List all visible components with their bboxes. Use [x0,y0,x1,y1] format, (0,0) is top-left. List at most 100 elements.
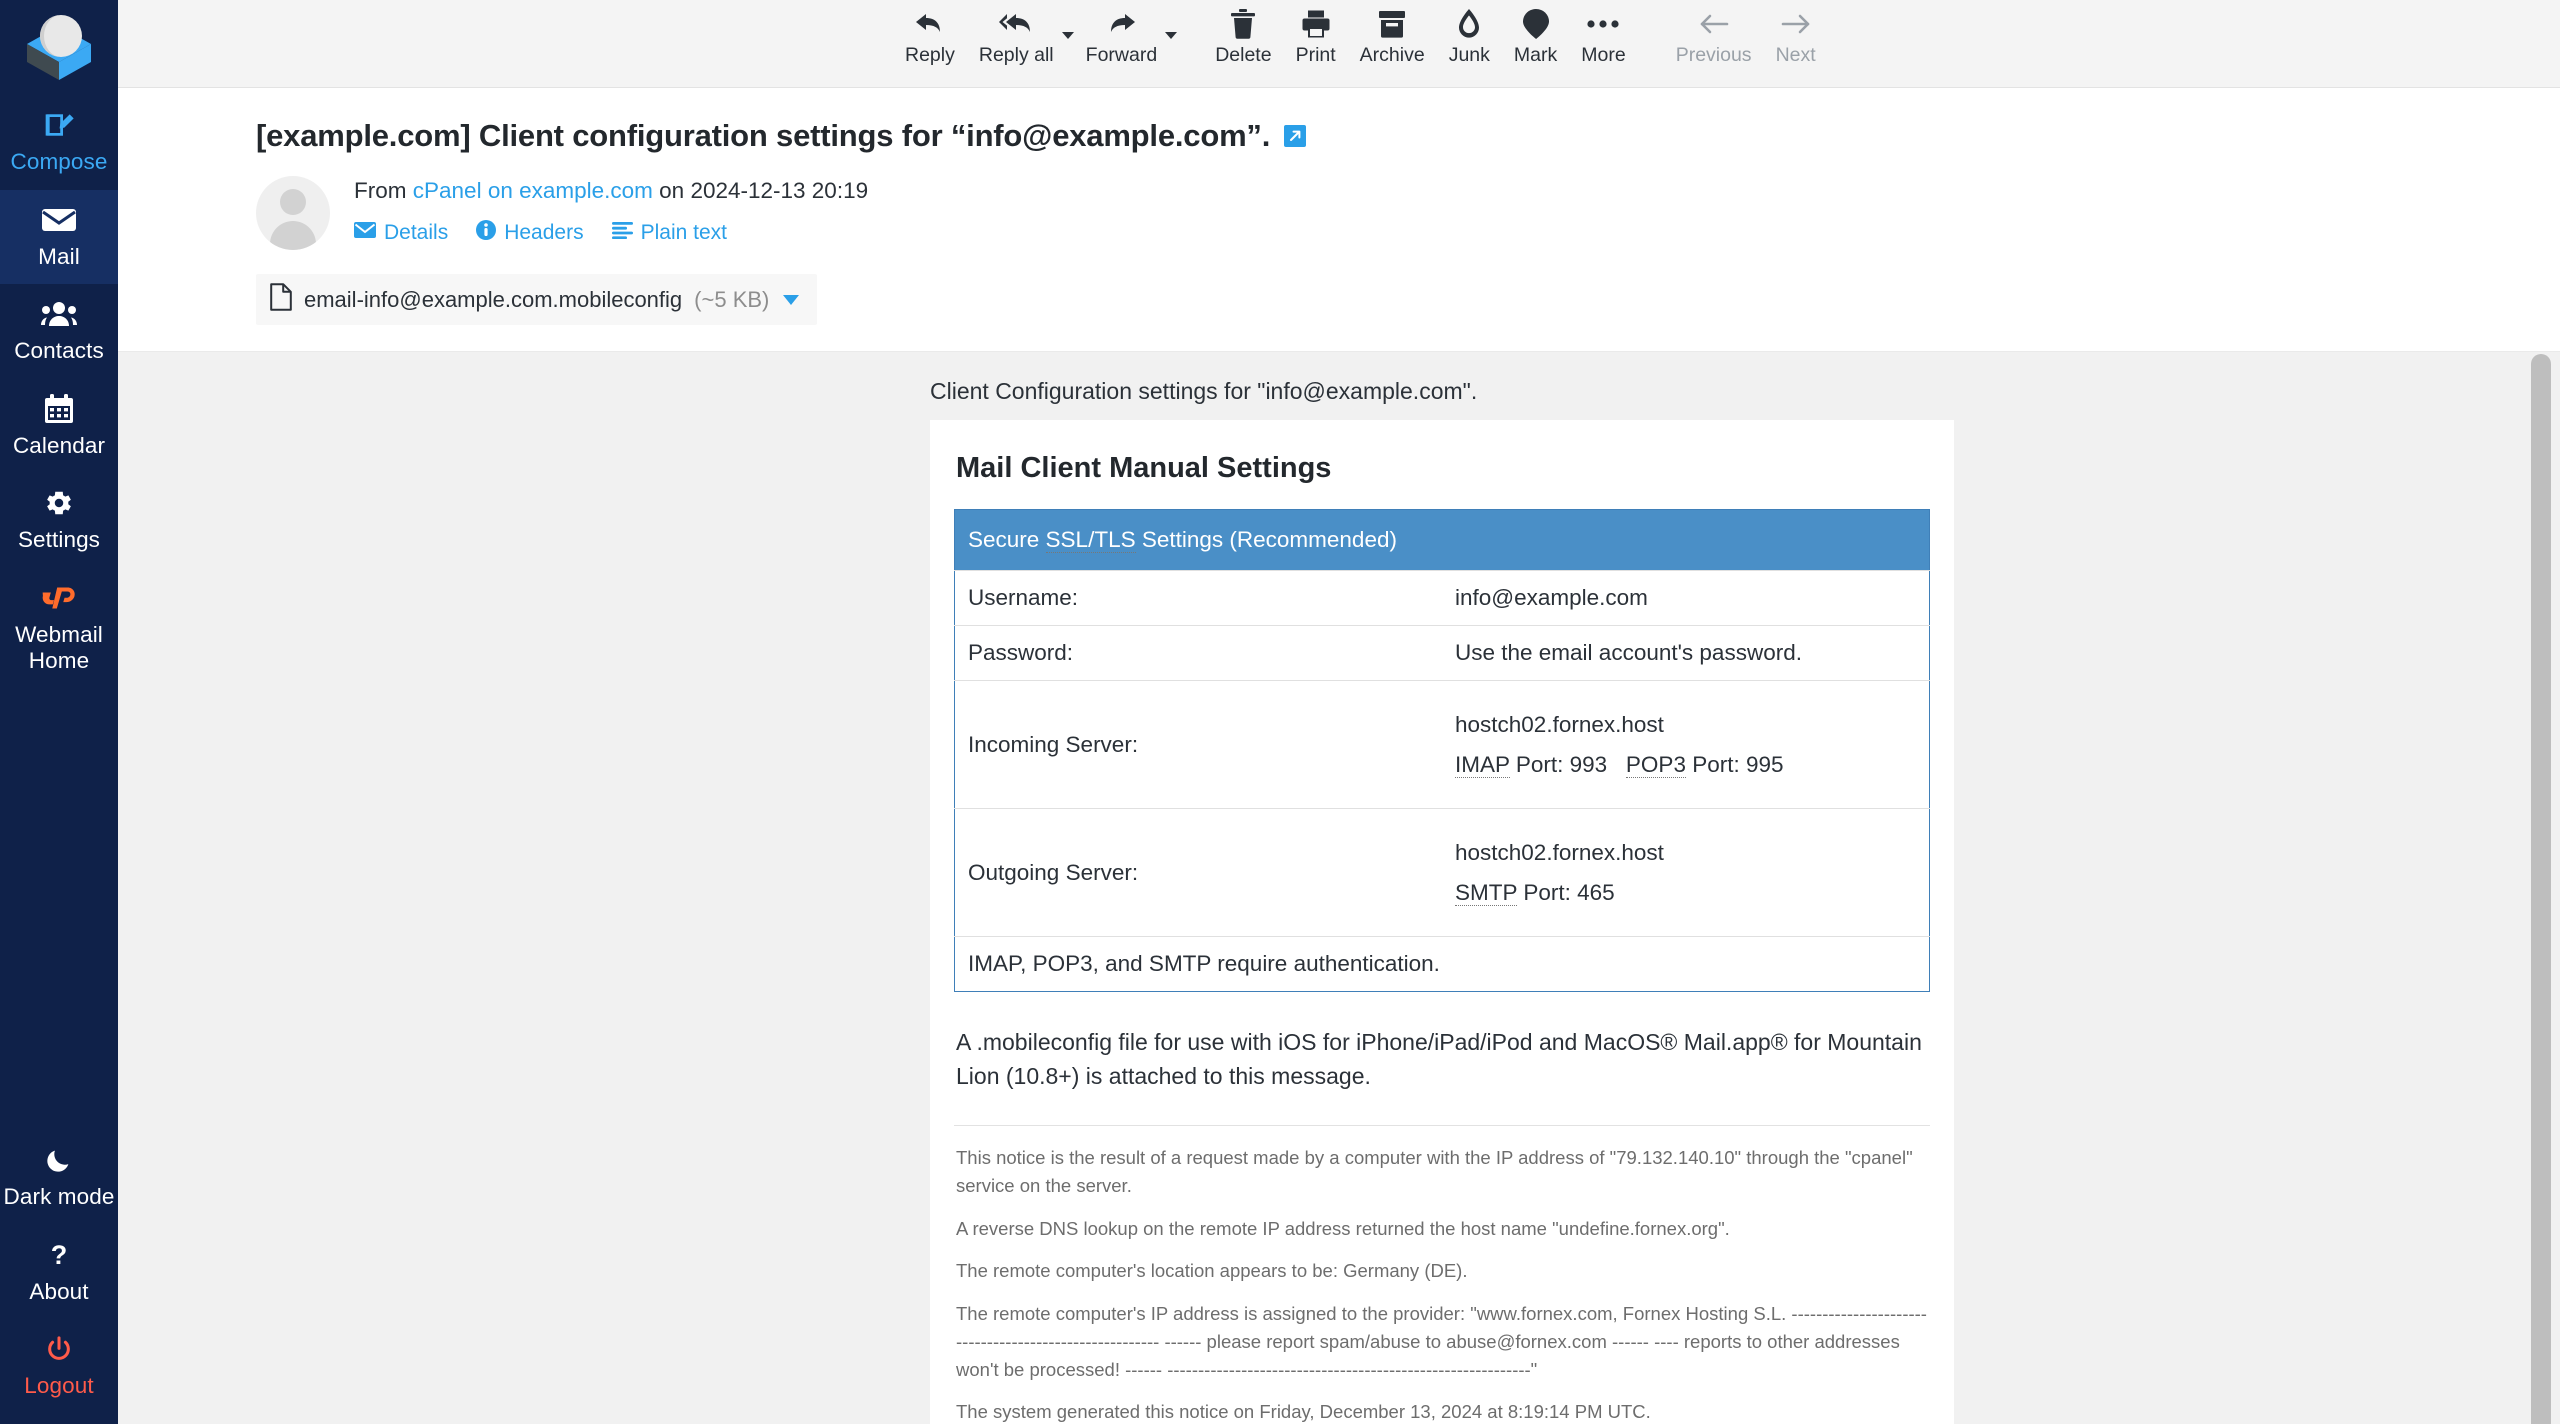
sidebar-item-label: About [29,1278,89,1304]
power-icon [45,1332,73,1366]
message-toolbar: Reply Reply all Forward Delete Print Arc… [118,0,2560,88]
sidebar-item-label: Webmail Home [15,621,103,674]
headers-label: Headers [504,221,584,244]
archive-box-icon [1378,6,1406,42]
table-footer-row: IMAP, POP3, and SMTP require authenticat… [954,936,1930,992]
settings-card: Mail Client Manual Settings Secure SSL/T… [930,420,1954,1424]
trash-icon [1230,6,1256,42]
row-label: Incoming Server: [954,680,1442,809]
sidebar-item-dark-mode[interactable]: Dark mode [0,1130,118,1225]
compose-icon [43,108,75,142]
reply-all-button[interactable]: Reply all [967,0,1066,67]
plain-text-toggle[interactable]: Plain text [611,221,727,245]
sidebar-item-calendar[interactable]: Calendar [0,379,118,474]
sidebar-item-label: Compose [10,149,108,174]
details-toggle[interactable]: Details [354,221,448,245]
scrollbar-thumb[interactable] [2531,354,2551,1424]
row-value: hostch02.fornex.host SMTP Port: 465 [1442,808,1930,937]
previous-button[interactable]: Previous [1664,0,1764,67]
cpanel-webmail-logo[interactable] [0,0,118,95]
mail-settings-table: Secure SSL/TLS Settings (Recommended) Us… [954,509,1930,992]
sidebar-item-label: Contacts [14,338,104,364]
sidebar-item-logout[interactable]: Logout [0,1319,118,1414]
table-header-text: Secure SSL/TLS Settings (Recommended) [968,527,1397,553]
message-body: Client Configuration settings for "info@… [118,352,2522,1424]
main-panel: Reply Reply all Forward Delete Print Arc… [118,0,2560,1424]
reply-button[interactable]: Reply [893,0,967,67]
subject-row: [example.com] Client configuration setti… [118,118,2560,154]
gear-icon [44,486,74,520]
incoming-ports: IMAP Port: 993 POP3 Port: 995 [1455,751,1784,778]
table-row: Username: info@example.com [954,570,1930,626]
sidebar-item-label: Dark mode [3,1184,115,1210]
details-label: Details [384,221,449,244]
next-button[interactable]: Next [1764,0,1828,67]
contacts-icon [41,297,77,331]
message-body-viewport: Client Configuration settings for "info@… [118,351,2560,1424]
more-button[interactable]: More [1569,0,1637,67]
incoming-host: hostch02.fornex.host [1455,712,1664,738]
junk-button[interactable]: Junk [1437,0,1502,67]
fine-print-line: The remote computer's location appears t… [956,1260,1468,1282]
sidebar-item-label: Mail [38,243,80,269]
outgoing-ports: SMTP Port: 465 [1455,879,1615,906]
table-row: Incoming Server: hostch02.fornex.host IM… [954,680,1930,809]
row-value: hostch02.fornex.host IMAP Port: 993 POP3… [1442,680,1930,809]
sidebar-item-compose[interactable]: Compose [0,95,118,190]
info-icon [476,220,497,246]
table-footer-cell: IMAP, POP3, and SMTP require authenticat… [954,936,1930,992]
arrow-left-icon [1699,6,1729,42]
envelope-icon [354,221,376,245]
message-header: [example.com] Client configuration setti… [118,88,2560,351]
sidebar-item-contacts[interactable]: Contacts [0,284,118,379]
sender-block: From cPanel on example.com on 2024-12-13… [354,174,868,246]
sidebar-item-mail[interactable]: Mail [0,189,118,285]
table-header-cell: Secure SSL/TLS Settings (Recommended) [954,509,1930,571]
forward-caret-icon[interactable] [1165,32,1178,39]
sidebar-bottom-group: Dark mode ? About Logout [0,1130,118,1424]
forward-button[interactable]: Forward [1074,0,1170,67]
calendar-icon [44,392,74,426]
cpanel-icon [39,581,79,615]
imap-abbr: IMAP [1455,751,1510,778]
toolbar-label: Forward [1085,44,1158,66]
toolbar-label: Print [1295,44,1336,66]
sender-link[interactable]: cPanel on example.com [413,178,653,203]
plain-text-label: Plain text [640,221,727,244]
archive-button[interactable]: Archive [1348,0,1437,67]
divider [954,1125,1930,1127]
print-button[interactable]: Print [1284,0,1348,67]
table-row: Outgoing Server: hostch02.fornex.host SM… [954,808,1930,937]
envelope-icon [41,203,77,237]
ssl-tls-abbr: SSL/TLS [1045,527,1136,553]
mobileconfig-note: A .mobileconfig file for use with iOS fo… [956,1029,1922,1090]
forward-arrow-icon [1106,6,1136,42]
toolbar-label: Reply [905,44,955,66]
sender-row: From cPanel on example.com on 2024-12-13… [118,154,2560,250]
sidebar-item-about[interactable]: ? About [0,1225,118,1320]
fine-print-line: This notice is the result of a request m… [956,1147,1913,1196]
body-scrollbar[interactable] [2522,352,2560,1424]
page-title: [example.com] Client configuration setti… [256,118,1271,153]
body-intro: Client Configuration settings for "info@… [930,378,1478,404]
headers-toggle[interactable]: Headers [476,220,584,246]
sidebar-item-label: Settings [17,527,101,553]
mark-button[interactable]: Mark [1502,0,1569,67]
reply-all-caret-icon[interactable] [1061,32,1074,39]
toolbar-label: Junk [1448,44,1490,66]
sidebar-item-webmail-home[interactable]: Webmail Home [0,568,118,689]
lines-icon [611,221,633,245]
file-icon [270,283,292,316]
delete-button[interactable]: Delete [1203,0,1283,67]
chevron-down-icon[interactable] [783,294,800,305]
pop3-abbr: POP3 [1625,751,1686,778]
fine-print-line: The system generated this notice on Frid… [956,1401,1651,1423]
row-value: Use the email account's password. [1442,625,1930,681]
sidebar-item-settings[interactable]: Settings [0,473,118,568]
arrow-right-icon [1781,6,1811,42]
row-value: info@example.com [1442,570,1930,626]
external-link-icon[interactable] [1284,125,1307,147]
attachment-item[interactable]: email-info@example.com.mobileconfig (~5 … [256,274,818,325]
fine-print-line: The remote computer's IP address is assi… [956,1303,1927,1380]
sidebar-item-label: Logout [24,1373,94,1399]
